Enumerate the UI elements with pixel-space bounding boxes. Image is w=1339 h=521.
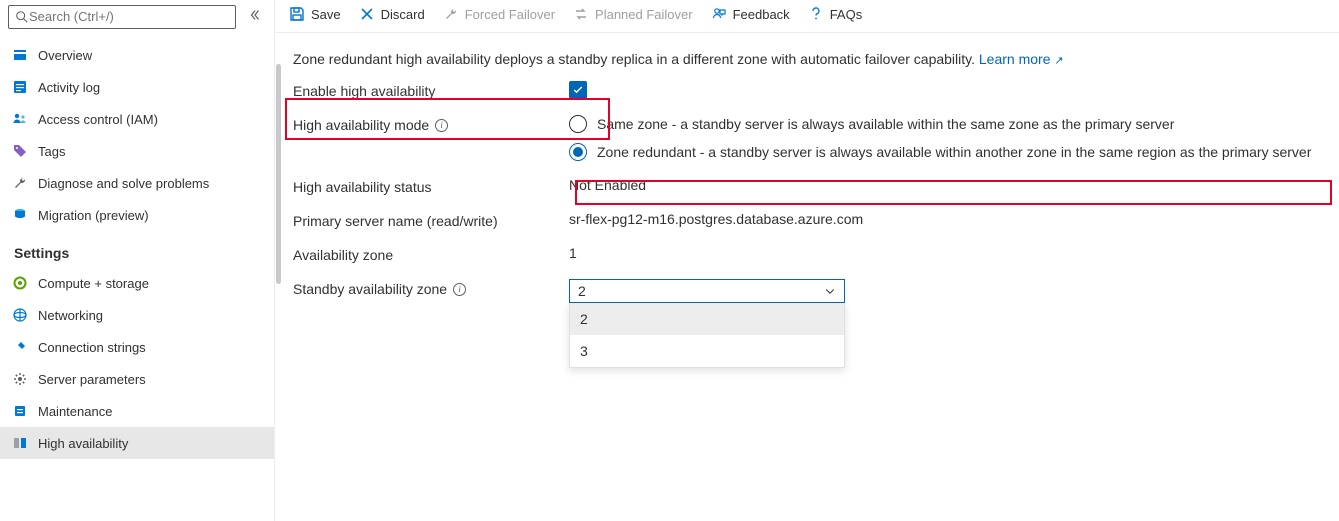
enable-ha-checkbox[interactable] (569, 81, 587, 99)
select-option-2[interactable]: 2 (570, 303, 844, 335)
radio-zone-redundant[interactable]: Zone redundant - a standby server is alw… (569, 143, 1321, 161)
standby-zone-selected: 2 (578, 283, 586, 299)
sidebar-item-overview[interactable]: Overview (0, 39, 274, 71)
sidebar-item-label: Server parameters (38, 372, 146, 387)
discard-button[interactable]: Discard (359, 6, 425, 22)
sidebar-item-label: Compute + storage (38, 276, 149, 291)
connection-icon (12, 339, 28, 355)
sidebar-item-label: Activity log (38, 80, 100, 95)
standby-zone-select[interactable]: 2 (569, 279, 845, 303)
forced-failover-icon (443, 6, 459, 22)
enable-ha-label: Enable high availability (293, 81, 569, 99)
primary-server-name-label: Primary server name (read/write) (293, 211, 569, 229)
search-input[interactable] (29, 9, 229, 24)
radio-circle-icon (569, 115, 587, 133)
check-icon (572, 84, 584, 96)
forced-failover-label: Forced Failover (465, 7, 555, 22)
compute-icon (12, 275, 28, 291)
feedback-button[interactable]: Feedback (711, 6, 790, 22)
search-icon (15, 10, 29, 24)
sidebar-item-label: Access control (IAM) (38, 112, 158, 127)
sidebar-collapse-button[interactable] (244, 4, 266, 29)
sidebar-item-high-availability[interactable]: High availability (0, 427, 274, 459)
networking-icon (12, 307, 28, 323)
sidebar-item-label: Tags (38, 144, 65, 159)
sidebar-item-label: Migration (preview) (38, 208, 149, 223)
activity-log-icon (12, 79, 28, 95)
save-button[interactable]: Save (289, 6, 341, 22)
search-input-wrapper[interactable] (8, 5, 236, 29)
sidebar-item-label: High availability (38, 436, 128, 451)
ha-status-label: High availability status (293, 177, 569, 195)
planned-failover-icon (573, 6, 589, 22)
sidebar-item-label: Connection strings (38, 340, 146, 355)
standby-zone-label: Standby availability zone (293, 281, 447, 297)
learn-more-link[interactable]: Learn more ↗ (979, 51, 1064, 67)
ha-icon (12, 435, 28, 451)
sidebar-item-server-parameters[interactable]: Server parameters (0, 363, 274, 395)
maintenance-icon (12, 403, 28, 419)
toolbar: Save Discard Forced Failover Planned Fai… (275, 0, 1339, 33)
chevron-double-left-icon (248, 8, 262, 22)
forced-failover-button: Forced Failover (443, 6, 555, 22)
description-text: Zone redundant high availability deploys… (293, 51, 1321, 67)
sidebar-item-maintenance[interactable]: Maintenance (0, 395, 274, 427)
ha-status-value: Not Enabled (569, 177, 1321, 193)
scrollbar-thumb[interactable] (276, 64, 281, 284)
sidebar-section-settings: Settings (0, 231, 274, 267)
sidebar-item-compute-storage[interactable]: Compute + storage (0, 267, 274, 299)
tags-icon (12, 143, 28, 159)
faqs-label: FAQs (830, 7, 863, 22)
planned-failover-button: Planned Failover (573, 6, 693, 22)
sidebar-item-connection-strings[interactable]: Connection strings (0, 331, 274, 363)
radio-same-zone-label: Same zone - a standby server is always a… (597, 116, 1174, 132)
sidebar-item-label: Maintenance (38, 404, 112, 419)
wrench-icon (12, 175, 28, 191)
sidebar-item-access-control[interactable]: Access control (IAM) (0, 103, 274, 135)
sidebar-item-diagnose[interactable]: Diagnose and solve problems (0, 167, 274, 199)
sidebar-item-label: Networking (38, 308, 103, 323)
sidebar-item-tags[interactable]: Tags (0, 135, 274, 167)
feedback-icon (711, 6, 727, 22)
radio-circle-selected-icon (569, 143, 587, 161)
select-option-3[interactable]: 3 (570, 335, 844, 367)
gear-icon (12, 371, 28, 387)
external-link-icon: ↗ (1054, 55, 1063, 67)
save-icon (289, 6, 305, 22)
planned-failover-label: Planned Failover (595, 7, 693, 22)
discard-label: Discard (381, 7, 425, 22)
feedback-label: Feedback (733, 7, 790, 22)
ha-mode-label: High availability mode (293, 117, 429, 133)
overview-icon (12, 47, 28, 63)
discard-icon (359, 6, 375, 22)
sidebar-item-label: Diagnose and solve problems (38, 176, 209, 191)
info-icon[interactable]: i (435, 119, 448, 132)
chevron-down-icon (824, 285, 836, 297)
sidebar-item-activity-log[interactable]: Activity log (0, 71, 274, 103)
save-label: Save (311, 7, 341, 22)
access-control-icon (12, 111, 28, 127)
standby-zone-dropdown: 2 3 (569, 302, 845, 368)
faqs-button[interactable]: FAQs (808, 6, 863, 22)
radio-zone-redundant-label: Zone redundant - a standby server is alw… (597, 144, 1311, 160)
migration-icon (12, 207, 28, 223)
primary-server-name-value: sr-flex-pg12-m16.postgres.database.azure… (569, 211, 1321, 227)
sidebar-item-migration[interactable]: Migration (preview) (0, 199, 274, 231)
sidebar-item-networking[interactable]: Networking (0, 299, 274, 331)
help-icon (808, 6, 824, 22)
availability-zone-value: 1 (569, 245, 1321, 261)
availability-zone-label: Availability zone (293, 245, 569, 263)
info-icon[interactable]: i (453, 283, 466, 296)
radio-same-zone[interactable]: Same zone - a standby server is always a… (569, 115, 1321, 133)
sidebar-item-label: Overview (38, 48, 92, 63)
